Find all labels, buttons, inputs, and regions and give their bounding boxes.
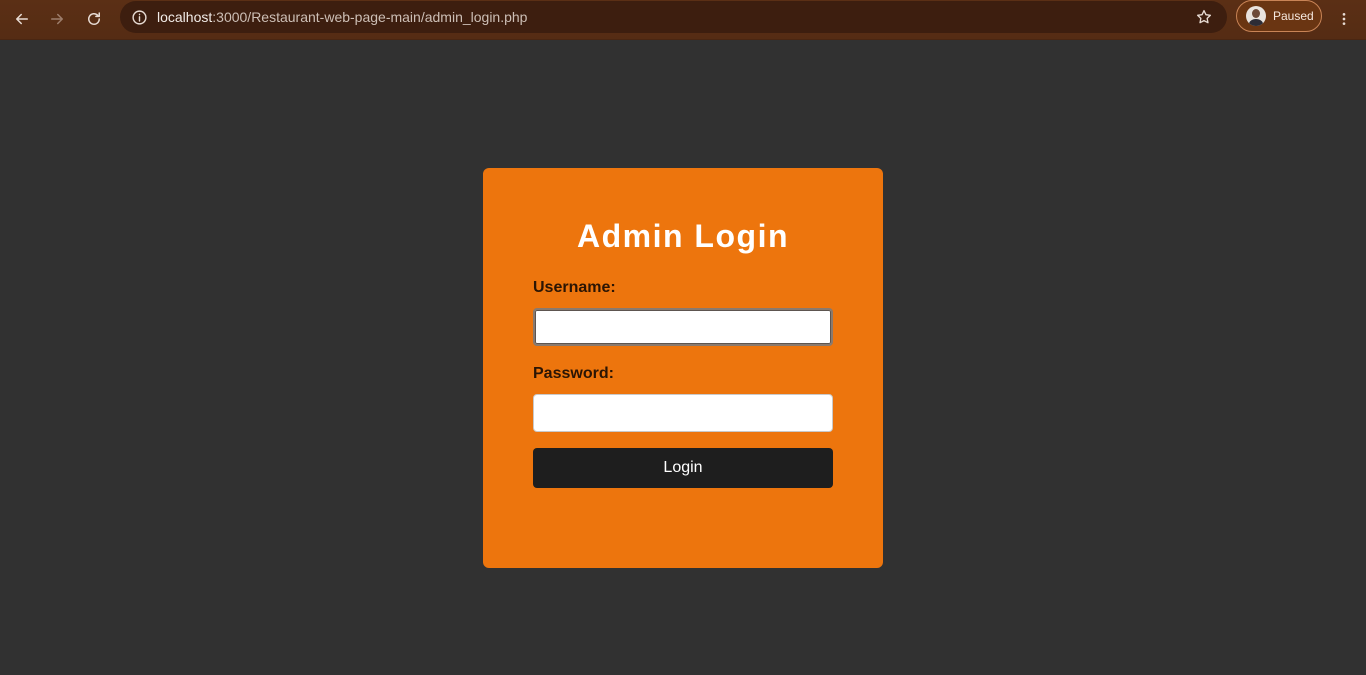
password-label: Password: [533,365,614,382]
browser-menu-button[interactable] [1332,4,1356,34]
url-host: localhost [157,9,213,25]
star-icon [1196,9,1212,24]
password-field[interactable] [533,394,833,432]
forward-button[interactable] [42,4,72,34]
back-button[interactable] [7,4,37,34]
info-icon [131,9,147,25]
admin-login-form: Admin Login Username: Password: Login [483,168,883,568]
url-text[interactable]: localhost:3000/Restaurant-web-page-main/… [157,9,527,25]
username-label: Username: [533,279,616,296]
page-title: Admin Login [576,218,789,254]
arrow-right-icon [51,13,63,25]
url-path: :3000/Restaurant-web-page-main/admin_log… [212,9,528,25]
page-body: Admin Login Username: Password: Login [0,40,1366,675]
kebab-menu-icon [1342,13,1346,25]
site-info-button[interactable] [126,4,152,30]
avatar [1246,6,1266,26]
profile-status-label: Paused [1273,9,1314,23]
profile-button[interactable]: Paused [1236,0,1322,32]
address-bar[interactable]: localhost:3000/Restaurant-web-page-main/… [120,1,1227,33]
browser-toolbar: localhost:3000/Restaurant-web-page-main/… [0,0,1366,40]
username-field[interactable] [533,308,833,346]
arrow-left-icon [16,13,28,25]
reload-icon [88,12,100,25]
login-button[interactable]: Login [533,448,833,488]
bookmark-button[interactable] [1193,6,1215,28]
reload-button[interactable] [79,4,109,34]
